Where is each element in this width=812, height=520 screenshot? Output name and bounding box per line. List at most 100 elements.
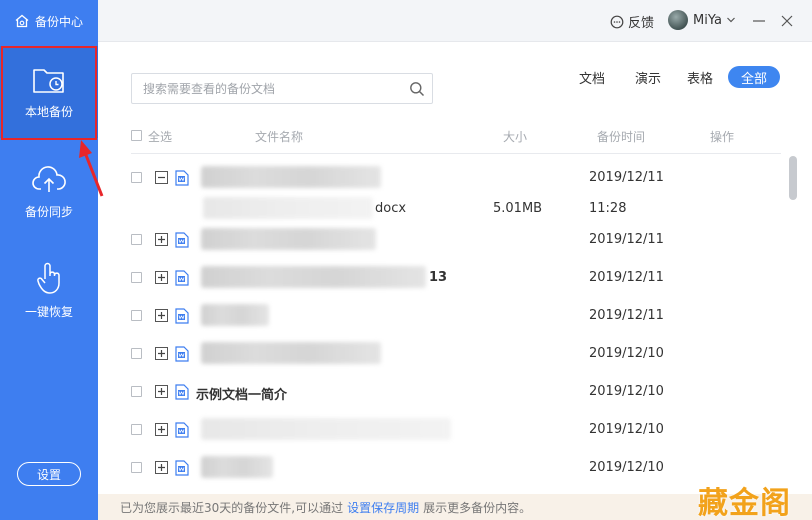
word-doc-icon	[175, 422, 189, 438]
file-name: docx	[375, 201, 407, 216]
row-checkbox[interactable]	[131, 348, 142, 359]
row-checkbox[interactable]	[131, 234, 142, 245]
table-row[interactable]: 13 2019/12/11	[131, 260, 781, 298]
redacted-filename	[201, 228, 376, 250]
word-doc-icon	[175, 270, 189, 286]
search-button[interactable]	[402, 81, 432, 97]
app-brand: 备份中心	[14, 12, 83, 30]
backup-time: 2019/12/10	[589, 460, 664, 475]
search-icon	[410, 81, 425, 96]
sidebar-item-local-backup[interactable]: 本地备份	[0, 46, 98, 138]
search-box	[131, 73, 433, 104]
app-title: 备份中心	[35, 14, 84, 29]
word-doc-icon	[175, 308, 189, 324]
plus-icon	[158, 274, 165, 281]
plus-icon	[158, 388, 165, 395]
sidebar-item-backup-sync[interactable]: 备份同步	[0, 146, 98, 238]
close-icon	[781, 15, 793, 27]
table-row[interactable]: 2019/12/10	[131, 336, 781, 374]
row-checkbox[interactable]	[131, 272, 142, 283]
select-all-checkbox[interactable]	[131, 130, 142, 141]
word-doc-icon	[175, 346, 189, 362]
redacted-filename	[201, 418, 451, 440]
redacted-filename	[203, 197, 373, 219]
expand-toggle[interactable]	[155, 423, 168, 436]
backup-time: 2019/12/11	[589, 270, 664, 285]
search-input[interactable]	[132, 74, 402, 103]
close-button[interactable]	[778, 12, 796, 30]
header-size: 大小	[503, 130, 528, 144]
row-checkbox[interactable]	[131, 462, 142, 473]
chevron-down-icon	[727, 17, 735, 23]
filter-doc[interactable]: 文档	[570, 66, 614, 88]
sidebar-item-one-click-restore[interactable]: 一键恢复	[0, 244, 98, 336]
expand-toggle[interactable]	[155, 347, 168, 360]
expand-toggle[interactable]	[155, 385, 168, 398]
retention-settings-link[interactable]: 设置保存周期	[347, 499, 419, 516]
redacted-filename	[201, 342, 381, 364]
scrollbar-thumb[interactable]	[789, 156, 797, 200]
chat-bubble-icon	[610, 15, 624, 28]
collapse-toggle[interactable]	[155, 171, 168, 184]
backup-time: 2019/12/10	[589, 384, 664, 399]
word-doc-icon	[175, 232, 189, 248]
sidebar-item-label: 一键恢复	[24, 304, 73, 319]
minimize-icon	[753, 20, 765, 22]
redacted-filename	[201, 304, 269, 326]
row-checkbox[interactable]	[131, 424, 142, 435]
table-row[interactable]: 2019/12/10	[131, 412, 781, 450]
settings-button[interactable]: 设置	[17, 462, 81, 486]
hand-pointer-icon	[37, 262, 60, 294]
word-doc-icon	[175, 384, 189, 400]
table-row[interactable]: 示例文档一简介 2019/12/10	[131, 374, 781, 412]
backup-time: 11:28	[589, 201, 627, 216]
expand-toggle[interactable]	[155, 309, 168, 322]
table-row[interactable]: 2019/12/11	[131, 298, 781, 336]
redacted-filename	[201, 266, 426, 288]
footer-suffix: 展示更多备份内容。	[423, 500, 532, 515]
table-row[interactable]: 2019/12/11	[131, 222, 781, 260]
avatar	[668, 10, 688, 30]
expand-toggle[interactable]	[155, 461, 168, 474]
file-size: 5.01MB	[493, 201, 543, 216]
expand-toggle[interactable]	[155, 233, 168, 246]
minimize-button[interactable]	[750, 12, 768, 30]
cloud-upload-icon	[32, 165, 66, 192]
plus-icon	[158, 312, 165, 319]
row-checkbox[interactable]	[131, 310, 142, 321]
filter-ppt[interactable]: 演示	[626, 66, 670, 88]
table-row[interactable]: 2019/12/10	[131, 450, 781, 488]
header-select-all: 全选	[148, 130, 173, 144]
sidebar-item-label: 备份同步	[24, 204, 73, 219]
watermark: 藏金阁	[698, 486, 791, 520]
backup-time: 2019/12/10	[589, 346, 664, 361]
plus-icon	[158, 464, 165, 471]
home-icon	[15, 14, 29, 28]
expand-toggle[interactable]	[155, 271, 168, 284]
backup-time: 2019/12/10	[589, 422, 664, 437]
feedback-label: 反馈	[628, 16, 655, 31]
footer-prefix: 已为您展示最近30天的备份文件,可以通过	[120, 500, 344, 515]
filter-sheet[interactable]: 表格	[678, 66, 722, 88]
redacted-filename	[201, 456, 273, 478]
sidebar-item-label: 本地备份	[24, 104, 73, 119]
plus-icon	[158, 426, 165, 433]
header-name: 文件名称	[255, 130, 304, 144]
file-name: 示例文档一简介	[196, 388, 288, 403]
plus-icon	[158, 236, 165, 243]
feedback-button[interactable]: 反馈	[610, 12, 654, 31]
header-action: 操作	[710, 130, 735, 144]
table-header: 全选 文件名称 大小 备份时间 操作	[131, 124, 781, 154]
backup-time: 2019/12/11	[589, 232, 664, 247]
folder-clock-icon	[33, 68, 64, 93]
filter-all[interactable]: 全部	[728, 66, 780, 88]
row-checkbox[interactable]	[131, 386, 142, 397]
backup-time: 2019/12/11	[589, 308, 664, 323]
sidebar: 备份中心 本地备份 备份同步 一键恢复 设置	[0, 0, 98, 520]
row-checkbox[interactable]	[131, 172, 142, 183]
user-menu[interactable]: MiYa	[668, 10, 736, 30]
backup-time: 2019/12/11	[589, 170, 664, 185]
file-name: 13	[429, 270, 448, 285]
minus-icon	[158, 176, 165, 179]
word-doc-icon	[175, 460, 189, 476]
